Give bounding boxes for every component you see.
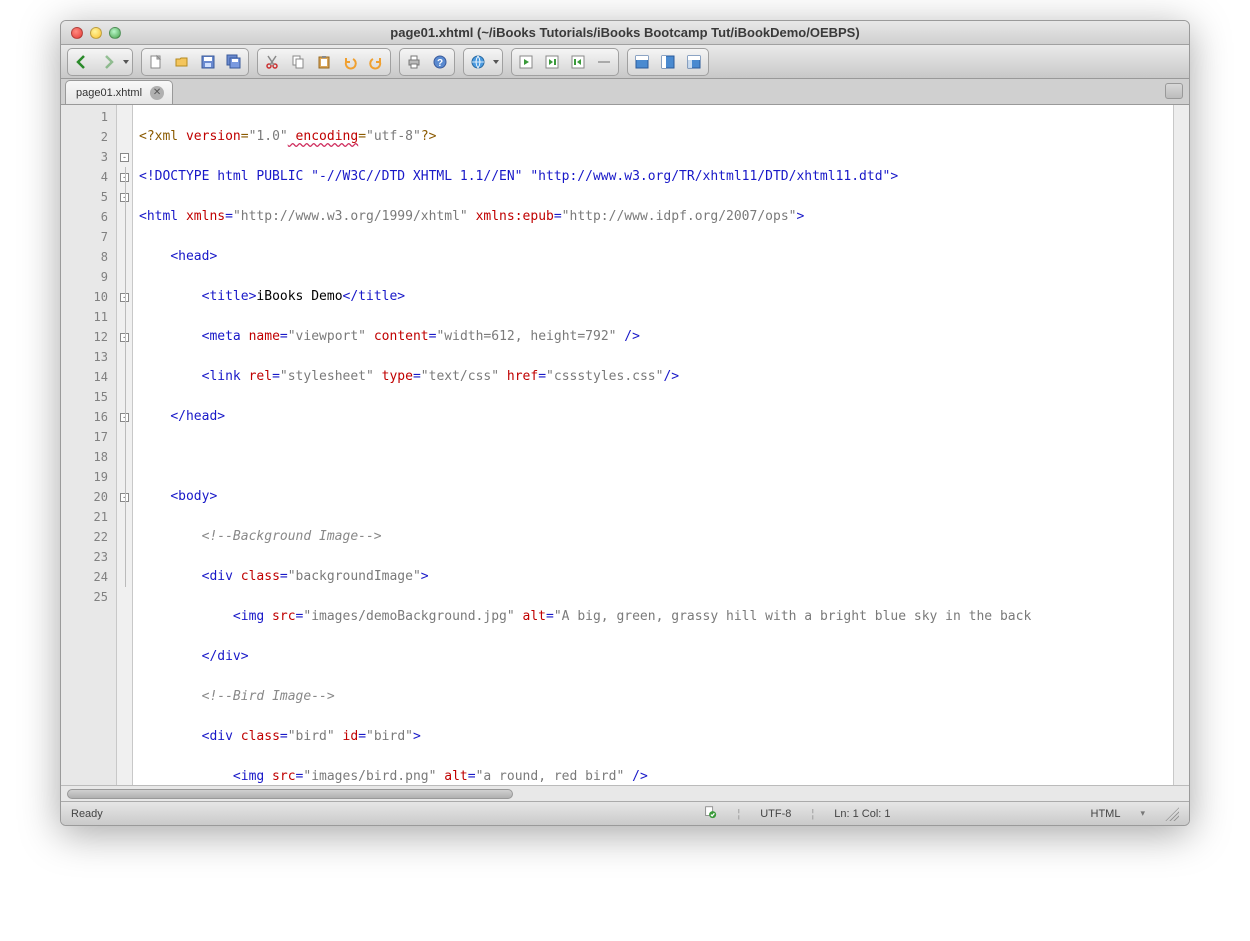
window-title: page01.xhtml (~/iBooks Tutorials/iBooks … [61,25,1189,40]
line-number[interactable]: 3 [61,147,116,167]
tab-overflow-button[interactable] [1165,83,1183,99]
language-dropdown-icon[interactable]: ▾ [1140,808,1145,819]
svg-text:?: ? [437,58,443,69]
back-button[interactable] [70,51,94,73]
web-group [463,48,503,76]
web-dropdown[interactable] [492,51,500,73]
doc-group: ? [399,48,455,76]
run-group [511,48,619,76]
language-mode-indicator[interactable]: HTML [1091,808,1121,820]
traffic-lights [61,27,121,39]
line-number-gutter: 1 2 3 4 5 6 7 8 9 10 11 12 13 14 15 16 1… [61,105,117,785]
line-number[interactable]: 9 [61,267,116,287]
editor-window: page01.xhtml (~/iBooks Tutorials/iBooks … [60,20,1190,826]
line-number[interactable]: 22 [61,527,116,547]
line-number[interactable]: 24 [61,567,116,587]
fold-gutter: - - - - - - - [117,105,133,785]
line-number[interactable]: 18 [61,447,116,467]
run-button-2[interactable] [540,51,564,73]
status-separator: ¦ [811,808,814,820]
sync-icon[interactable] [703,805,717,822]
horizontal-scrollbar[interactable] [61,785,1189,801]
line-number[interactable]: 6 [61,207,116,227]
run-button-3[interactable] [566,51,590,73]
encoding-indicator[interactable]: UTF-8 [760,808,791,820]
status-bar: Ready ¦ UTF-8 ¦ Ln: 1 Col: 1 HTML ▾ [61,801,1189,825]
save-all-button[interactable] [222,51,246,73]
paste-button[interactable] [312,51,336,73]
history-dropdown[interactable] [122,51,130,73]
line-number[interactable]: 13 [61,347,116,367]
fold-toggle[interactable]: - [120,153,129,162]
line-number[interactable]: 16 [61,407,116,427]
line-number[interactable]: 21 [61,507,116,527]
line-number[interactable]: 5 [61,187,116,207]
run-button-4[interactable] [592,51,616,73]
print-button[interactable] [402,51,426,73]
copy-button[interactable] [286,51,310,73]
save-button[interactable] [196,51,220,73]
layout-button-3[interactable] [682,51,706,73]
line-number[interactable]: 23 [61,547,116,567]
edit-group [257,48,391,76]
tab-bar: page01.xhtml ✕ [61,79,1189,105]
forward-button[interactable] [96,51,120,73]
line-number[interactable]: 19 [61,467,116,487]
code-editor[interactable]: <?xml version="1.0" encoding="utf-8"?> <… [133,105,1173,785]
status-separator: ¦ [737,808,740,820]
open-file-button[interactable] [170,51,194,73]
toolbar: ? [61,45,1189,79]
status-message: Ready [71,808,103,820]
web-button[interactable] [466,51,490,73]
file-group [141,48,249,76]
nav-history-group [67,48,133,76]
layout-group [627,48,709,76]
tab-label: page01.xhtml [76,87,142,99]
line-number[interactable]: 14 [61,367,116,387]
line-number[interactable]: 20 [61,487,116,507]
redo-button[interactable] [364,51,388,73]
line-number[interactable]: 4 [61,167,116,187]
zoom-window-button[interactable] [109,27,121,39]
resize-grip[interactable] [1165,807,1179,821]
new-file-button[interactable] [144,51,168,73]
run-button-1[interactable] [514,51,538,73]
line-number[interactable]: 25 [61,587,116,607]
cursor-position-indicator[interactable]: Ln: 1 Col: 1 [834,808,890,820]
cut-button[interactable] [260,51,284,73]
help-button[interactable]: ? [428,51,452,73]
vertical-scrollbar[interactable] [1173,105,1189,785]
editor-area: 1 2 3 4 5 6 7 8 9 10 11 12 13 14 15 16 1… [61,105,1189,785]
minimize-window-button[interactable] [90,27,102,39]
line-number[interactable]: 17 [61,427,116,447]
scrollbar-thumb[interactable] [67,789,513,799]
line-number[interactable]: 10 [61,287,116,307]
close-window-button[interactable] [71,27,83,39]
line-number[interactable]: 1 [61,107,116,127]
line-number[interactable]: 11 [61,307,116,327]
line-number[interactable]: 12 [61,327,116,347]
file-tab[interactable]: page01.xhtml ✕ [65,80,173,104]
line-number[interactable]: 8 [61,247,116,267]
line-number[interactable]: 2 [61,127,116,147]
line-number[interactable]: 7 [61,227,116,247]
layout-button-2[interactable] [656,51,680,73]
layout-button-1[interactable] [630,51,654,73]
undo-button[interactable] [338,51,362,73]
tab-close-button[interactable]: ✕ [150,86,164,100]
line-number[interactable]: 15 [61,387,116,407]
titlebar: page01.xhtml (~/iBooks Tutorials/iBooks … [61,21,1189,45]
